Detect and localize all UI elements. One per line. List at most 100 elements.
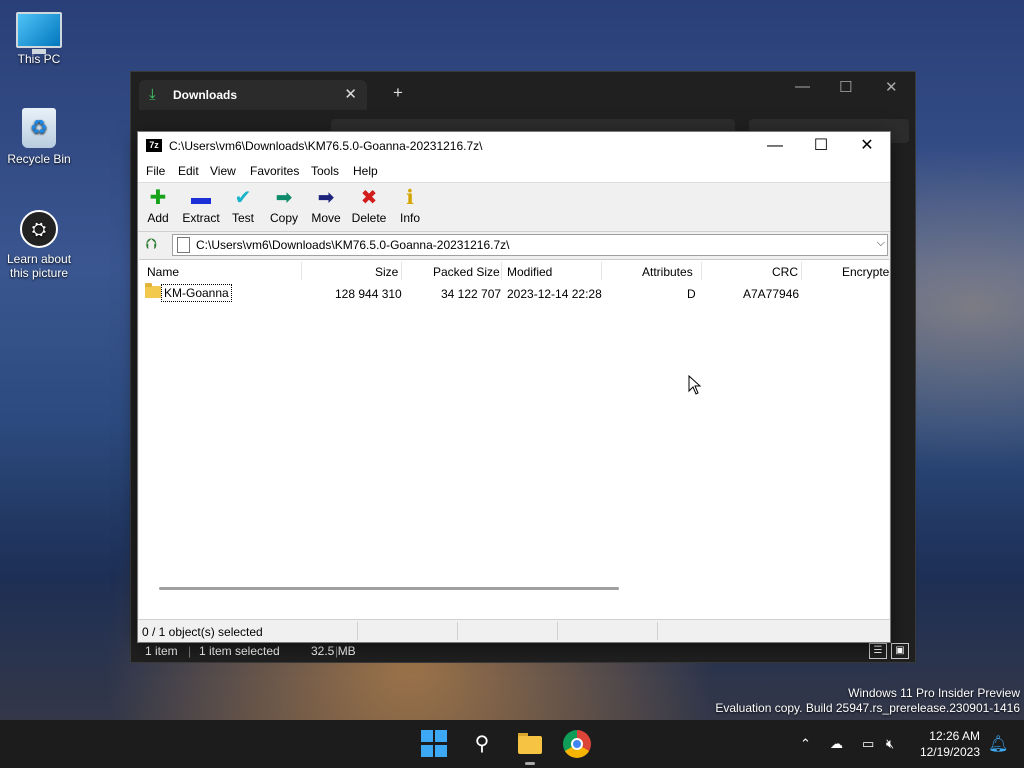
column-divider[interactable] bbox=[401, 262, 402, 280]
mouse-cursor-icon bbox=[688, 375, 702, 395]
chevron-down-icon[interactable]: ⌵ bbox=[877, 237, 885, 250]
table-row[interactable]: KM-Goanna 128 944 310 34 122 707 2023-12… bbox=[139, 283, 889, 303]
button-label: Extract bbox=[182, 211, 220, 225]
button-label: Delete bbox=[351, 211, 387, 225]
status-divider bbox=[557, 622, 558, 640]
close-icon[interactable]: ✕ bbox=[844, 135, 890, 157]
clock-time: 12:26 AM bbox=[929, 729, 980, 743]
title-bar: 7z C:\Users\vm6\Downloads\KM76.5.0-Goann… bbox=[138, 132, 890, 160]
chrome-taskbar-icon[interactable] bbox=[563, 730, 591, 758]
computer-icon bbox=[16, 12, 62, 54]
column-header-modified[interactable]: Modified bbox=[507, 265, 552, 279]
window-title: C:\Users\vm6\Downloads\KM76.5.0-Goanna-2… bbox=[169, 139, 483, 153]
clock[interactable]: 12:26 AM 12/19/2023 bbox=[906, 728, 980, 760]
file-list: Name Size Packed Size Modified Attribute… bbox=[139, 259, 889, 620]
recycle-bin-icon: ♻ bbox=[22, 108, 56, 148]
maximize-icon[interactable]: ☐ bbox=[798, 135, 844, 157]
status-divider: | bbox=[335, 644, 339, 658]
row-modified: 2023-12-14 22:28 bbox=[507, 287, 602, 301]
download-icon: ⤓ bbox=[149, 86, 156, 103]
column-headers: Name Size Packed Size Modified Attribute… bbox=[139, 260, 889, 282]
column-divider[interactable] bbox=[501, 262, 502, 280]
tab-downloads[interactable]: ⤓ Downloads ✕ bbox=[139, 80, 367, 110]
address-path: C:\Users\vm6\Downloads\KM76.5.0-Goanna-2… bbox=[196, 238, 510, 252]
start-button[interactable] bbox=[421, 730, 449, 758]
column-divider[interactable] bbox=[801, 262, 802, 280]
search-icon[interactable]: ⚲ bbox=[468, 730, 496, 758]
tab-close-icon[interactable]: ✕ bbox=[344, 85, 357, 103]
new-tab-button[interactable]: + bbox=[393, 83, 403, 103]
status-bar: 0 / 1 object(s) selected bbox=[138, 619, 890, 642]
camera-info-icon: ⛭ bbox=[20, 210, 58, 248]
close-icon[interactable]: ✕ bbox=[885, 78, 898, 96]
row-packed-size: 34 122 707 bbox=[441, 287, 502, 301]
desktop-icon-recycle-bin[interactable]: ♻ Recycle Bin bbox=[3, 108, 75, 166]
row-crc: A7A77946 bbox=[743, 287, 800, 301]
info-button[interactable]: ℹ Info bbox=[390, 187, 430, 225]
column-header-encrypted[interactable]: Encrypte bbox=[842, 265, 889, 279]
column-header-size[interactable]: Size bbox=[375, 265, 398, 279]
menu-favorites[interactable]: Favorites bbox=[250, 164, 299, 178]
status-divider bbox=[657, 622, 658, 640]
row-size: 128 944 310 bbox=[335, 287, 402, 301]
extract-button[interactable]: ▬ Extract bbox=[181, 187, 221, 225]
column-header-packed-size[interactable]: Packed Size bbox=[433, 265, 500, 279]
sevenzip-app-icon: 7z bbox=[146, 139, 162, 152]
chevron-up-icon[interactable]: ⌃ bbox=[800, 736, 811, 752]
desktop-icon-label: Recycle Bin bbox=[7, 152, 71, 166]
status-divider bbox=[357, 622, 358, 640]
minus-icon: ▬ bbox=[191, 187, 211, 209]
desktop-icon-label: Learn about this picture bbox=[6, 252, 72, 280]
menu-view[interactable]: View bbox=[210, 164, 236, 178]
copy-button[interactable]: ➡ Copy bbox=[264, 187, 304, 225]
button-label: Test bbox=[231, 211, 254, 225]
clock-date: 12/19/2023 bbox=[919, 745, 980, 759]
test-button[interactable]: ✔ Test bbox=[223, 187, 263, 225]
status-selected: 1 item selected bbox=[199, 644, 280, 658]
minimize-icon[interactable]: — bbox=[752, 135, 798, 157]
status-size: 32.5 MB bbox=[311, 644, 356, 658]
cloud-offline-icon[interactable]: ☁ bbox=[830, 736, 843, 752]
delete-x-icon: ✖ bbox=[360, 187, 378, 209]
explorer-status-bar: 1 item | 1 item selected 32.5 MB | ☰ ▣ bbox=[131, 640, 915, 662]
move-arrow-icon: ➡ bbox=[317, 187, 335, 209]
file-explorer-taskbar-icon[interactable] bbox=[516, 730, 544, 758]
delete-button[interactable]: ✖ Delete bbox=[349, 187, 389, 225]
network-icon[interactable]: ▭ bbox=[862, 736, 874, 752]
menu-file[interactable]: File bbox=[146, 164, 165, 178]
minimize-icon[interactable]: — bbox=[795, 78, 810, 95]
tiles-view-icon[interactable]: ▣ bbox=[891, 643, 909, 659]
column-header-crc[interactable]: CRC bbox=[772, 265, 798, 279]
volume-muted-icon[interactable]: 🔇︎ bbox=[886, 736, 894, 752]
move-button[interactable]: ➡ Move bbox=[306, 187, 346, 225]
horizontal-scrollbar[interactable] bbox=[159, 587, 619, 590]
selection-status: 0 / 1 object(s) selected bbox=[142, 625, 263, 639]
desktop-icon-this-pc[interactable]: This PC bbox=[3, 12, 75, 66]
tab-title: Downloads bbox=[173, 88, 238, 102]
file-icon bbox=[177, 237, 190, 253]
column-header-name[interactable]: Name bbox=[147, 265, 179, 279]
column-header-attributes[interactable]: Attributes bbox=[642, 265, 693, 279]
menu-help[interactable]: Help bbox=[353, 164, 378, 178]
folder-up-icon[interactable]: ⮉ bbox=[142, 236, 160, 254]
desktop-icon-learn-about-picture[interactable]: ⛭ Learn about this picture bbox=[3, 210, 75, 280]
column-divider[interactable] bbox=[601, 262, 602, 280]
menu-edit[interactable]: Edit bbox=[178, 164, 199, 178]
menu-bar: File Edit View Favorites Tools Help bbox=[138, 160, 890, 183]
maximize-icon[interactable]: ☐ bbox=[839, 78, 852, 96]
status-item-count: 1 item bbox=[145, 644, 178, 658]
desktop-icon-label: This PC bbox=[17, 52, 61, 66]
details-view-icon[interactable]: ☰ bbox=[869, 643, 887, 659]
column-divider[interactable] bbox=[301, 262, 302, 280]
check-icon: ✔ bbox=[234, 187, 252, 209]
watermark-line: Windows 11 Pro Insider Preview bbox=[848, 686, 1020, 700]
column-divider[interactable] bbox=[701, 262, 702, 280]
row-name: KM-Goanna bbox=[161, 284, 232, 302]
menu-tools[interactable]: Tools bbox=[311, 164, 339, 178]
folder-icon bbox=[145, 283, 161, 298]
address-input[interactable]: C:\Users\vm6\Downloads\KM76.5.0-Goanna-2… bbox=[172, 234, 888, 256]
taskbar: ⚲ ⌃ ☁ ▭ 🔇︎ 12:26 AM 12/19/2023 🔔︎ bbox=[0, 720, 1024, 768]
row-attributes: D bbox=[687, 287, 696, 301]
notification-bell-icon[interactable]: 🔔︎ bbox=[988, 734, 1008, 754]
add-button[interactable]: ✚ Add bbox=[138, 187, 178, 225]
